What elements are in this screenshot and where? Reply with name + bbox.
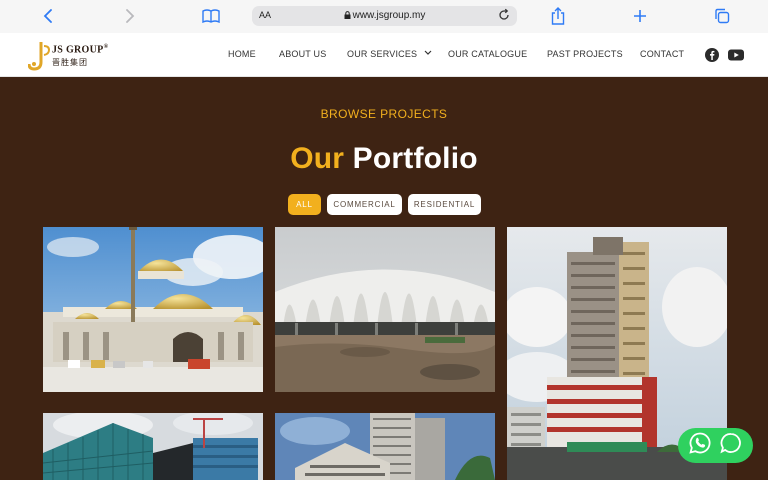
nav-home[interactable]: HOME [228, 49, 256, 59]
title-highlight: Our [290, 142, 345, 175]
filter-all[interactable]: ALL [288, 194, 321, 215]
reload-icon[interactable] [497, 8, 511, 25]
title-rest: Portfolio [352, 142, 478, 175]
nav-our-catalogue[interactable]: OUR CATALOGUE [448, 49, 527, 59]
nav-contact[interactable]: CONTACT [640, 49, 684, 59]
tabs-icon[interactable] [712, 6, 732, 26]
section-eyebrow: BROWSE PROJECTS [320, 107, 448, 121]
new-tab-icon[interactable] [630, 6, 650, 26]
filter-residential[interactable]: RESIDENTIAL [408, 194, 481, 215]
project-photo-stadium[interactable] [275, 227, 495, 392]
facebook-icon[interactable] [704, 47, 719, 62]
youtube-icon[interactable] [727, 47, 744, 62]
project-photo-mosque[interactable] [43, 227, 263, 392]
brand-logo[interactable]: JS GROUP® 晋胜集团 [28, 40, 113, 72]
bookmarks-icon[interactable] [201, 6, 221, 26]
filter-commercial[interactable]: COMMERCIAL [327, 194, 402, 215]
chevron-down-icon [424, 50, 432, 55]
project-photo-commercial-tower[interactable] [43, 413, 263, 480]
logo-mark-icon [28, 42, 50, 71]
site-header: JS GROUP® 晋胜集团 HOME ABOUT US OUR SERVICE… [0, 33, 768, 77]
page-title: Our Portfolio [0, 142, 768, 176]
nav-our-services[interactable]: OUR SERVICES [347, 49, 432, 59]
brand-name: JS GROUP® [52, 44, 109, 56]
url-text: www.jsgroup.my [252, 10, 517, 21]
browser-toolbar: AA www.jsgroup.my [0, 0, 768, 33]
project-photo-residential-towers[interactable] [275, 413, 495, 480]
share-icon[interactable] [548, 6, 568, 26]
nav-our-services-label: OUR SERVICES [347, 49, 418, 59]
lock-icon [344, 11, 351, 19]
brand-chinese-name: 晋胜集团 [52, 58, 88, 67]
whatsapp-icon[interactable] [688, 431, 712, 460]
chat-icon[interactable] [719, 431, 743, 460]
address-bar[interactable]: AA www.jsgroup.my [252, 6, 517, 26]
back-icon[interactable] [38, 6, 58, 26]
whatsapp-chat-widget[interactable] [678, 428, 753, 463]
forward-icon[interactable] [120, 6, 140, 26]
nav-past-projects[interactable]: PAST PROJECTS [547, 49, 623, 59]
url-label: www.jsgroup.my [352, 10, 426, 21]
nav-about-us[interactable]: ABOUT US [279, 49, 326, 59]
